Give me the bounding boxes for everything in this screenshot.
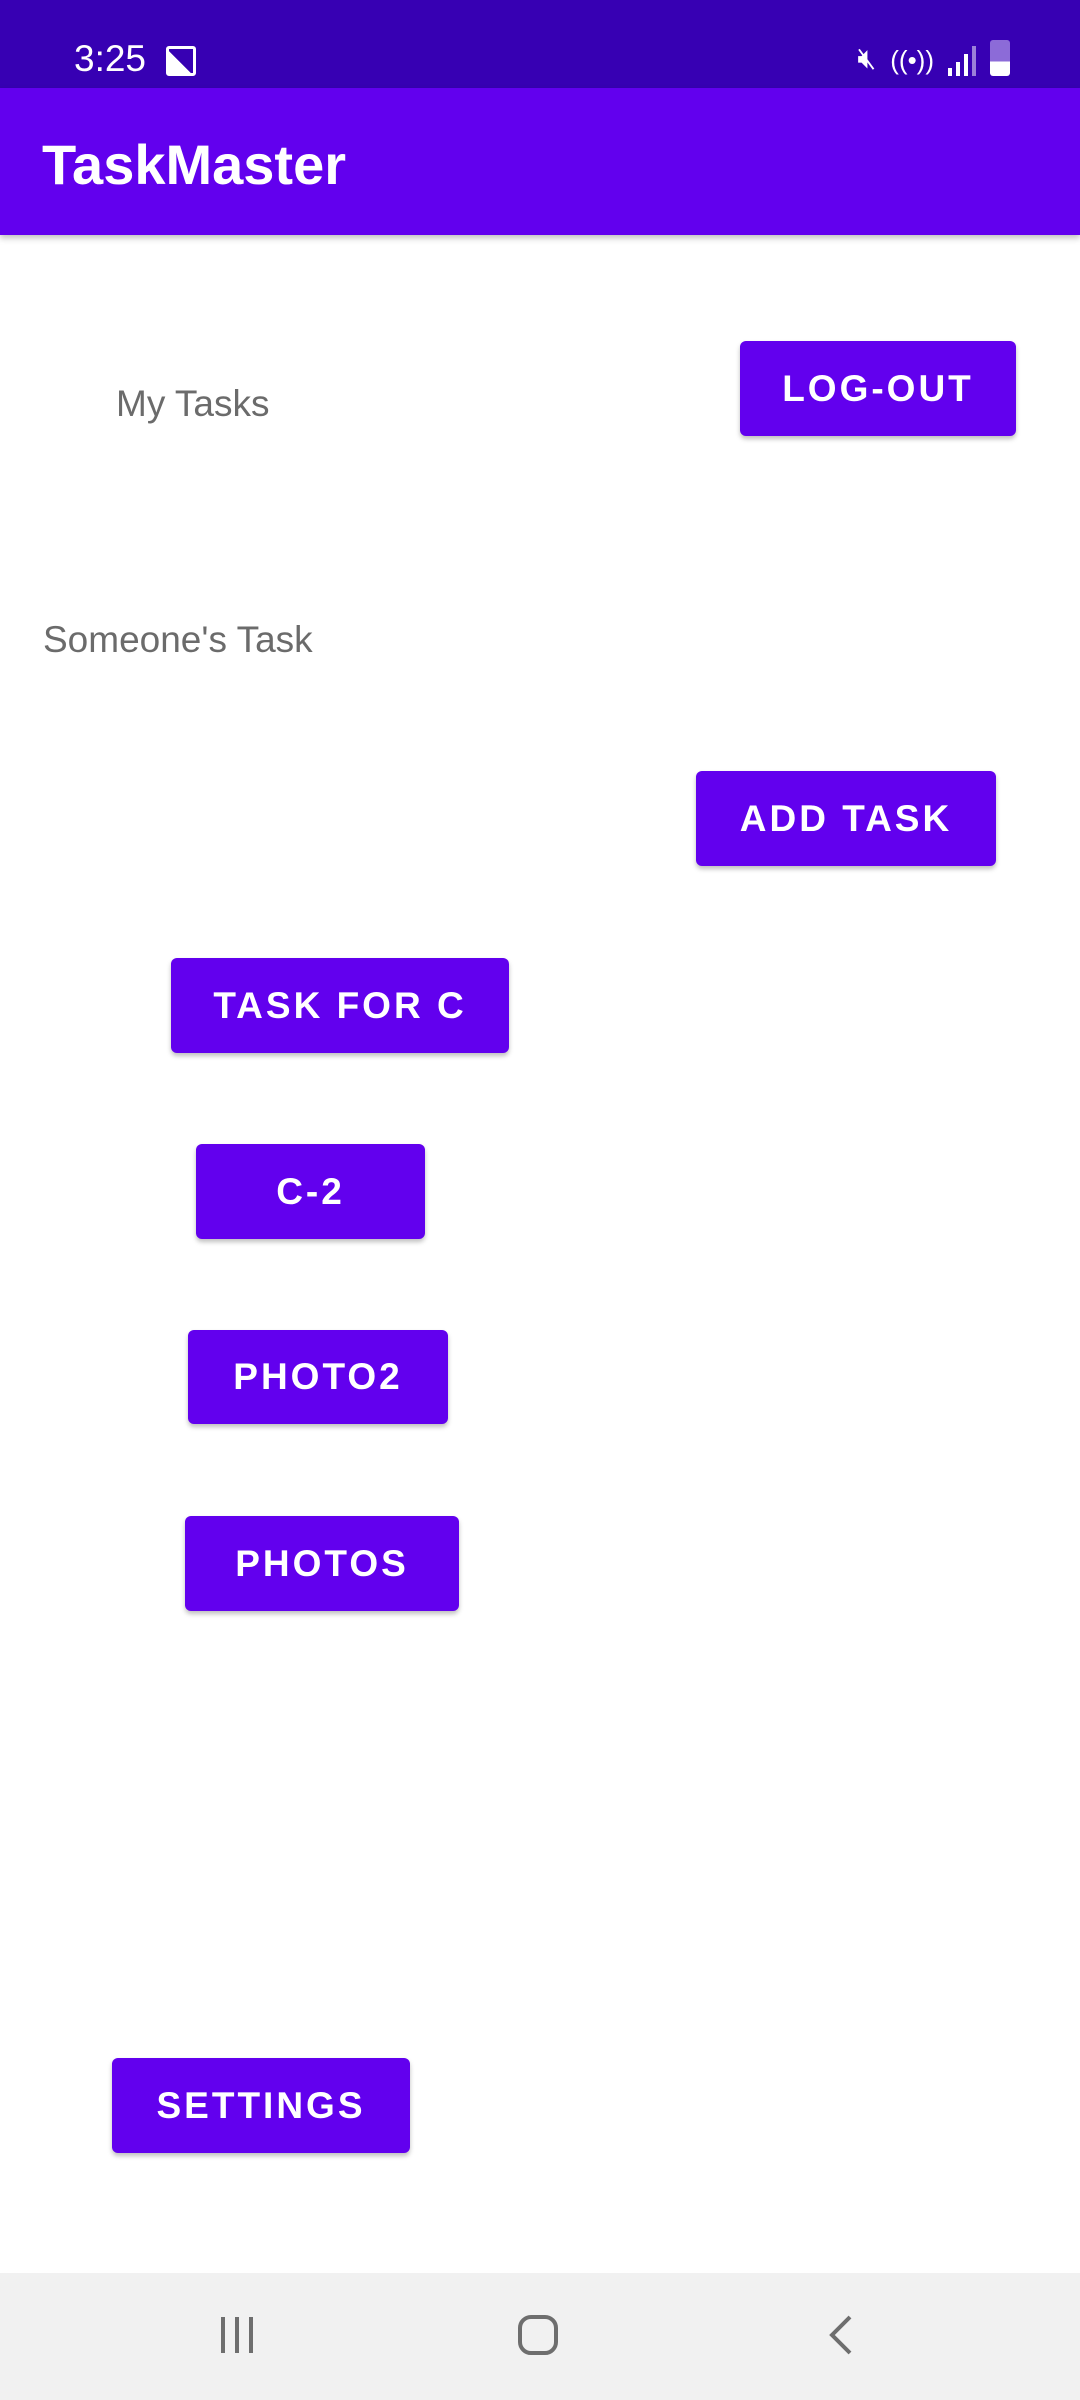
navigation-bar [0,2273,1080,2400]
my-tasks-heading: My Tasks [116,383,270,424]
wifi-icon: ((•)) [890,45,934,75]
mute-icon: 🔇︎ [857,42,877,75]
task-button-photo2[interactable]: PHOTO2 [188,1330,448,1424]
recent-apps-icon[interactable] [217,2313,257,2357]
settings-button[interactable]: SETTINGS [112,2058,410,2153]
task-button-c-2[interactable]: C-2 [196,1144,425,1239]
user-task-heading: Someone's Task [43,619,313,660]
home-icon[interactable] [516,2313,560,2357]
back-icon[interactable] [824,2313,858,2357]
battery-charging-icon [990,40,1010,76]
signal-icon [948,46,976,76]
app-title: TaskMaster [42,133,347,196]
task-button-task-for-c[interactable]: TASK FOR C [171,958,509,1053]
app-bar: TaskMaster [0,88,1080,235]
logout-button[interactable]: LOG-OUT [740,341,1016,436]
gallery-icon [166,46,196,76]
clock: 3:25 [74,38,147,79]
status-bar: 3:25 🔇︎ ((•)) [0,0,1080,88]
add-task-button[interactable]: ADD TASK [696,771,996,866]
task-button-photos[interactable]: PHOTOS [185,1516,459,1611]
